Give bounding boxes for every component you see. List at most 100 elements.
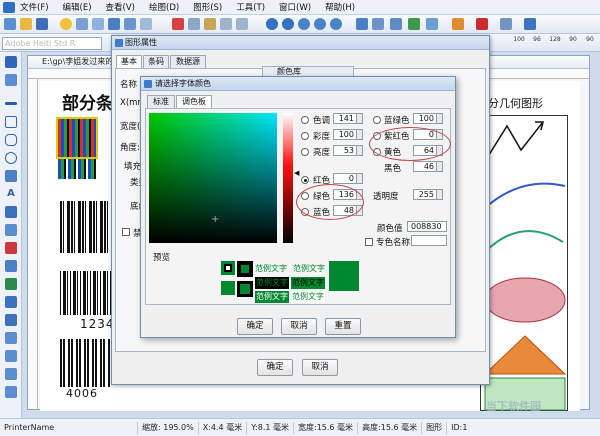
color-reset-button[interactable]: 重置: [325, 318, 361, 335]
gear-icon[interactable]: [60, 18, 72, 30]
table-tool-icon[interactable]: [5, 260, 17, 272]
luminance-arrow-icon[interactable]: ◀: [294, 169, 299, 177]
barcode-1[interactable]: [60, 201, 108, 253]
cyan-radio[interactable]: [373, 116, 381, 124]
menu-file[interactable]: 文件(F): [20, 1, 49, 13]
properties-icon[interactable]: [140, 18, 152, 30]
shape-tool-icon[interactable]: [5, 242, 17, 254]
spot-color-name-input[interactable]: [411, 235, 447, 246]
preview-icon[interactable]: [92, 18, 104, 30]
tab-barcode[interactable]: 条码: [143, 55, 169, 68]
black-input[interactable]: 46: [413, 161, 437, 172]
rounded-rect-tool-icon[interactable]: [5, 134, 17, 146]
print-preview-icon[interactable]: [500, 18, 512, 30]
import-icon[interactable]: [124, 18, 136, 30]
redo-icon[interactable]: [236, 18, 248, 30]
pan-icon[interactable]: [5, 74, 17, 86]
star-tool-icon[interactable]: [5, 332, 17, 344]
brightness-radio[interactable]: [301, 148, 309, 156]
color-value-input[interactable]: 008830: [407, 221, 447, 232]
alpha-input[interactable]: 255: [413, 189, 437, 200]
menu-help[interactable]: 帮助(H): [325, 1, 355, 13]
saturation-radio[interactable]: [301, 132, 309, 140]
text-tool-icon[interactable]: A: [5, 188, 17, 200]
color-ok-button[interactable]: 确定: [237, 318, 273, 335]
zoom-100-button[interactable]: 100: [512, 36, 526, 43]
menu-shape[interactable]: 图形(S): [193, 1, 222, 13]
cut-icon[interactable]: [172, 18, 184, 30]
props-cancel-button[interactable]: 取消: [302, 359, 338, 376]
menu-window[interactable]: 窗口(W): [279, 1, 311, 13]
brightness-input[interactable]: 53: [333, 145, 357, 156]
export-icon[interactable]: [108, 18, 120, 30]
disable-checkbox[interactable]: [122, 228, 130, 236]
heading-left[interactable]: 部分条: [62, 89, 113, 114]
triangle-tool-icon[interactable]: [5, 350, 17, 362]
font-name-input[interactable]: Adobe Heiti Std R: [2, 37, 102, 50]
hue-radio[interactable]: [301, 116, 309, 124]
tab-standard[interactable]: 标准: [147, 95, 175, 108]
tab-basic[interactable]: 基本: [116, 55, 142, 68]
copy-icon[interactable]: [188, 18, 200, 30]
curve-tool-icon[interactable]: [5, 296, 17, 308]
black-spinner[interactable]: [437, 161, 443, 172]
zoom-page-icon[interactable]: [314, 18, 326, 30]
saturation-input[interactable]: 100: [333, 129, 357, 140]
menu-edit[interactable]: 编辑(E): [63, 1, 92, 13]
pdf-icon[interactable]: [476, 18, 488, 30]
print-icon[interactable]: [76, 18, 88, 30]
zoom-fit-icon[interactable]: [298, 18, 310, 30]
qr-code-image[interactable]: [56, 117, 98, 159]
menu-tools[interactable]: 工具(T): [236, 1, 265, 13]
data-icon[interactable]: [408, 18, 420, 30]
undo-icon[interactable]: [220, 18, 232, 30]
polygon-tool-icon[interactable]: [5, 170, 17, 182]
menu-view[interactable]: 查看(V): [106, 1, 135, 13]
select-arrow-icon[interactable]: [5, 56, 17, 68]
image-tool-icon[interactable]: [5, 224, 17, 236]
color-cancel-button[interactable]: 取消: [281, 318, 317, 335]
diamond-tool-icon[interactable]: [5, 368, 17, 380]
zoom-out-icon[interactable]: [282, 18, 294, 30]
new-file-icon[interactable]: [4, 18, 16, 30]
print-button-icon[interactable]: [524, 18, 536, 30]
red-input[interactable]: 0: [333, 173, 357, 184]
qrcode-tool-icon[interactable]: [5, 278, 17, 290]
paste-icon[interactable]: [204, 18, 216, 30]
hue-spinner[interactable]: [357, 113, 363, 124]
ellipse-tool-icon[interactable]: [5, 152, 17, 164]
alpha-spinner[interactable]: [437, 189, 443, 200]
props-ok-button[interactable]: 确定: [257, 359, 293, 376]
line-tool-icon[interactable]: [5, 102, 17, 105]
batch-print-icon[interactable]: [452, 18, 464, 30]
barcode-2[interactable]: [60, 271, 116, 315]
tab-palette[interactable]: 调色板: [176, 95, 212, 108]
saturation-spinner[interactable]: [357, 129, 363, 140]
grid-icon[interactable]: [356, 18, 368, 30]
hue-input[interactable]: 141: [333, 113, 357, 124]
zoom-90-button[interactable]: 90: [566, 36, 580, 43]
menu-draw[interactable]: 绘图(D): [149, 1, 179, 13]
zoom-128-button[interactable]: 128: [548, 36, 562, 43]
tab-datasource[interactable]: 数据源: [170, 55, 206, 68]
barcode-3[interactable]: [60, 339, 110, 387]
database-icon[interactable]: [390, 18, 402, 30]
save-icon[interactable]: [36, 18, 48, 30]
zoom-width-icon[interactable]: [330, 18, 342, 30]
red-radio[interactable]: [301, 176, 309, 184]
luminance-slider[interactable]: [283, 113, 293, 243]
zoom-90b-button[interactable]: 90: [583, 36, 597, 43]
red-spinner[interactable]: [357, 173, 363, 184]
polyline-tool-icon[interactable]: [5, 386, 17, 398]
align-icon[interactable]: [372, 18, 384, 30]
open-folder-icon[interactable]: [20, 18, 32, 30]
arc-tool-icon[interactable]: [5, 314, 17, 326]
spot-color-checkbox[interactable]: [365, 238, 373, 246]
window-icon[interactable]: [426, 18, 438, 30]
brightness-spinner[interactable]: [357, 145, 363, 156]
cyan-input[interactable]: 100: [413, 113, 437, 124]
zoom-in-icon[interactable]: [266, 18, 278, 30]
barcode-tool-icon[interactable]: [5, 206, 17, 218]
rectangle-tool-icon[interactable]: [5, 116, 17, 128]
zoom-96-button[interactable]: 96: [530, 36, 544, 43]
